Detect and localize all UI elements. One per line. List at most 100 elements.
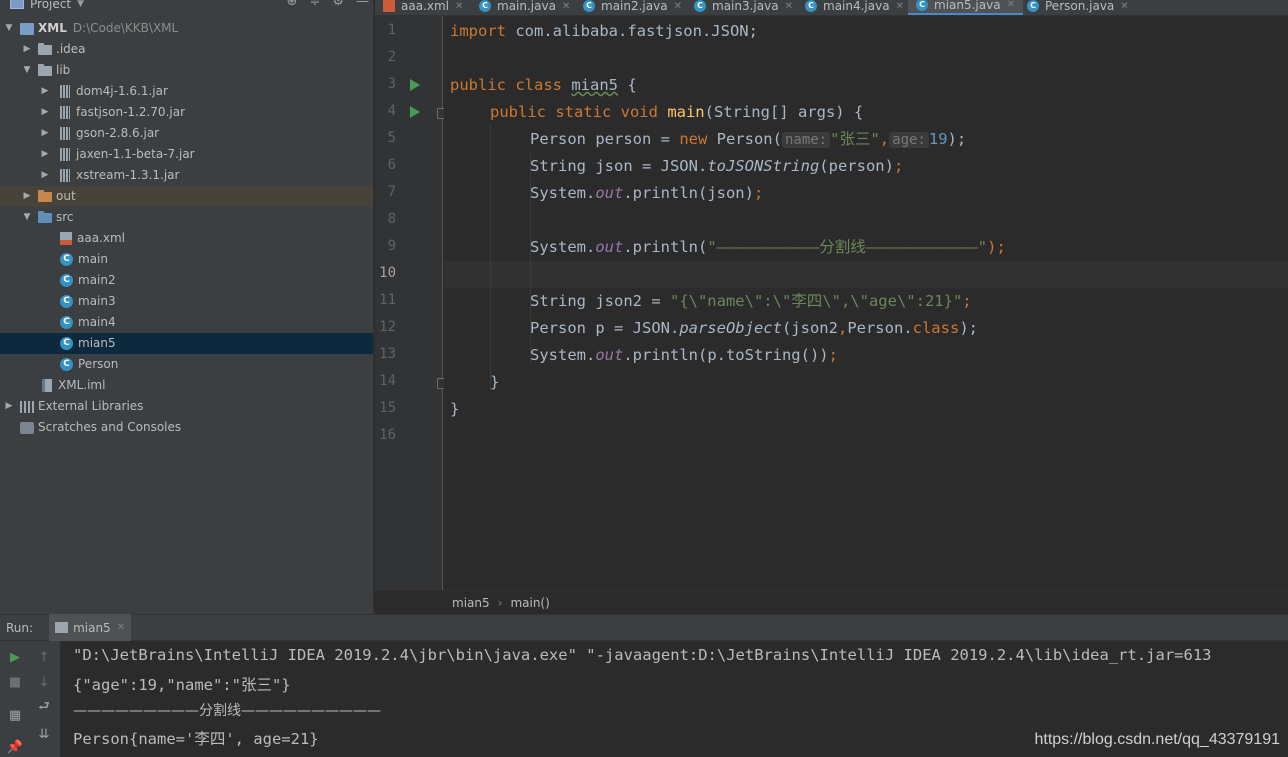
folder-icon (38, 63, 52, 76)
class-icon: C (60, 316, 73, 329)
tree-item-class-selected[interactable]: C mian5 (0, 333, 373, 354)
project-toolbar: ⊕ ≑ ⚙ — (287, 0, 369, 9)
line-number: 12 (379, 319, 396, 335)
close-icon[interactable]: ✕ (785, 1, 793, 12)
tab-label: aaa.xml (401, 0, 449, 13)
tree-item-lib[interactable]: ▼ lib (0, 60, 373, 81)
tab-main-java[interactable]: C main.java ✕ (479, 0, 570, 15)
folder-icon (38, 210, 52, 223)
close-icon[interactable]: ✕ (455, 1, 463, 12)
run-console[interactable]: "D:\JetBrains\IntelliJ IDEA 2019.2.4\jbr… (60, 641, 1288, 757)
tree-item-jar[interactable]: ▶ gson-2.8.6.jar (0, 123, 373, 144)
line-number: 3 (387, 76, 396, 92)
line-number: 6 (387, 157, 396, 173)
tree-item-iml[interactable]: XML.iml (0, 375, 373, 396)
code-line-6: String json = JSON.toJSONString(person); (530, 153, 903, 180)
locate-icon[interactable]: ⊕ (287, 0, 298, 9)
line-number: 7 (387, 184, 396, 200)
breadcrumb-item[interactable]: main() (510, 596, 549, 610)
chevron-right-icon[interactable]: ▶ (4, 396, 14, 417)
tree-item-class[interactable]: C Person (0, 354, 373, 375)
tree-item-jar[interactable]: ▶ jaxen-1.1-beta-7.jar (0, 144, 373, 165)
tree-item-idea[interactable]: ▶ .idea (0, 39, 373, 60)
tab-main3-java[interactable]: C main3.java ✕ (694, 0, 793, 15)
collapse-all-icon[interactable]: ≑ (309, 0, 320, 9)
tree-item-class[interactable]: C main3 (0, 291, 373, 312)
console-line: —————————分割线—————————— (73, 703, 381, 719)
tab-main4-java[interactable]: C main4.java ✕ (805, 0, 904, 15)
code-token: public (450, 76, 506, 94)
folder-icon (38, 189, 52, 202)
code-token: out (595, 184, 624, 202)
code-line-11: String json2 = "{\"name\":\"李四\",\"age\"… (530, 288, 972, 315)
tree-item-src[interactable]: ▼ src (0, 207, 373, 228)
tree-item-scratches[interactable]: Scratches and Consoles (0, 417, 373, 438)
scroll-to-end-icon[interactable]: ⇊ (36, 726, 52, 742)
pin-icon[interactable]: 📌 (7, 739, 23, 755)
tab-person-java[interactable]: C Person.java ✕ (1027, 0, 1129, 15)
tab-mian5-java[interactable]: C mian5.java ✕ (908, 0, 1023, 15)
line-number: 14 (379, 373, 396, 389)
chevron-down-icon[interactable]: ▼ (77, 0, 84, 9)
tree-item-label: fastjson-1.2.70.jar (76, 105, 186, 119)
tab-main2-java[interactable]: C main2.java ✕ (583, 0, 682, 15)
code-token: Person. (847, 319, 913, 337)
code-token: parseObject (679, 319, 782, 337)
chevron-right-icon[interactable]: ▶ (40, 102, 50, 123)
gear-icon[interactable]: ⚙ (332, 0, 344, 9)
chevron-down-icon[interactable]: ▼ (22, 60, 32, 81)
chevron-right-icon[interactable]: ▶ (22, 39, 32, 60)
tab-run-mian5[interactable]: mian5 ✕ (49, 614, 132, 641)
close-icon[interactable]: ✕ (117, 622, 125, 633)
arrow-down-icon[interactable]: ↓ (36, 674, 52, 690)
class-icon: C (1027, 0, 1039, 12)
tree-item-xml[interactable]: ▼ XML D:\Code\KKB\XML (0, 18, 373, 39)
tab-aaa-xml[interactable]: aaa.xml ✕ (383, 0, 463, 15)
project-title[interactable]: Project (30, 0, 71, 11)
chevron-right-icon[interactable]: ▶ (40, 165, 50, 186)
arrow-up-icon[interactable]: ↑ (36, 649, 52, 665)
close-icon[interactable]: ✕ (1120, 1, 1128, 12)
close-icon[interactable]: ✕ (1007, 0, 1015, 10)
line-number: 9 (387, 238, 396, 254)
rerun-icon[interactable]: ▶ (7, 649, 23, 665)
code-token: new (679, 130, 708, 148)
library-icon (20, 400, 34, 413)
layout-icon[interactable]: ▦ (7, 707, 23, 723)
chevron-right-icon[interactable]: ▶ (40, 123, 50, 144)
class-icon: C (916, 0, 928, 11)
code-token: String json2 = (530, 292, 670, 310)
tree-item-jar[interactable]: ▶ xstream-1.3.1.jar (0, 165, 373, 186)
tree-item-jar[interactable]: ▶ dom4j-1.6.1.jar (0, 81, 373, 102)
tree-item-jar[interactable]: ▶ fastjson-1.2.70.jar (0, 102, 373, 123)
chevron-down-icon[interactable]: ▼ (22, 207, 32, 228)
parameter-hint: name: (781, 132, 831, 148)
minimize-icon[interactable]: — (356, 0, 369, 9)
close-icon[interactable]: ✕ (896, 1, 904, 12)
run-icon[interactable] (410, 106, 420, 118)
jar-icon (60, 148, 70, 161)
tree-item-class[interactable]: C main4 (0, 312, 373, 333)
code-token: class (912, 319, 960, 337)
code-token: ); (987, 238, 1006, 256)
breadcrumb-item[interactable]: mian5 (452, 596, 490, 610)
tree-item-class[interactable]: C main2 (0, 270, 373, 291)
code-editor[interactable]: import com.alibaba.fastjson.JSON; public… (444, 16, 1288, 590)
chevron-right-icon[interactable]: ▶ (40, 144, 50, 165)
tree-item-external-libraries[interactable]: ▶ External Libraries (0, 396, 373, 417)
run-icon[interactable] (410, 79, 420, 91)
current-line-highlight (444, 261, 1288, 288)
soft-wrap-icon[interactable]: ⮐ (36, 699, 52, 716)
tree-item-file[interactable]: aaa.xml (0, 228, 373, 249)
close-icon[interactable]: ✕ (562, 1, 570, 12)
console-line: Person{name='李四', age=21} (73, 730, 319, 748)
tree-item-class[interactable]: C main (0, 249, 373, 270)
chevron-right-icon[interactable]: ▶ (22, 186, 32, 207)
tree-item-out[interactable]: ▶ out (0, 186, 373, 207)
tab-label: main3.java (712, 0, 779, 13)
chevron-right-icon[interactable]: ▶ (40, 81, 50, 102)
close-icon[interactable]: ✕ (674, 1, 682, 12)
stop-icon[interactable]: ■ (7, 674, 23, 690)
class-icon: C (60, 337, 73, 350)
chevron-down-icon[interactable]: ▼ (4, 18, 14, 39)
